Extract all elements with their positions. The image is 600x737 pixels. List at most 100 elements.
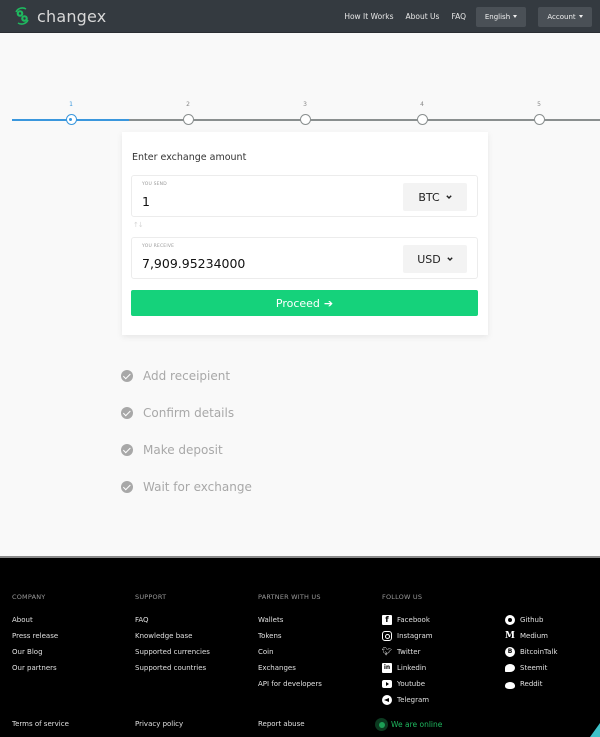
chat-widget-icon[interactable] xyxy=(590,723,600,737)
step-number: 4 xyxy=(420,101,424,108)
footer-link-wallets[interactable]: Wallets xyxy=(258,612,322,628)
twitter-icon: 🐦︎ xyxy=(382,647,393,656)
nav-about-us[interactable]: About Us xyxy=(406,12,440,21)
instagram-icon xyxy=(382,631,392,641)
online-indicator-icon xyxy=(375,718,388,731)
arrow-right-icon: ➔ xyxy=(323,296,334,310)
chevron-down-icon xyxy=(445,195,452,199)
footer-follow-column-2: Github M Medium B BitcoinTalk Steemit Redd… xyxy=(505,593,557,692)
receive-label: YOU RECEIVE xyxy=(142,244,175,249)
online-status-text: We are online xyxy=(391,720,443,729)
footer-link-exchanges[interactable]: Exchanges xyxy=(258,660,322,676)
footer-link-about[interactable]: About xyxy=(12,612,58,628)
step-number: 2 xyxy=(186,101,190,108)
list-item: Make deposit xyxy=(121,431,252,468)
step-dot xyxy=(416,114,428,125)
footer-heading: PARTNER WITH US xyxy=(258,593,321,601)
account-dropdown[interactable]: Account xyxy=(538,6,592,27)
reddit-icon xyxy=(505,681,515,689)
social-link-youtube[interactable]: Youtube xyxy=(382,676,433,692)
send-amount-input[interactable] xyxy=(142,194,392,209)
card-title: Enter exchange amount xyxy=(132,152,247,163)
nav-faq[interactable]: FAQ xyxy=(451,12,466,21)
medium-icon: M xyxy=(505,631,515,641)
social-link-github[interactable]: Github xyxy=(505,612,557,628)
step-2: 2 xyxy=(178,100,198,125)
footer-link-api[interactable]: API for developers xyxy=(258,676,322,692)
logo[interactable]: changex xyxy=(12,6,106,26)
language-dropdown[interactable]: English xyxy=(476,6,526,27)
swap-arrows-icon[interactable]: ↑↓ xyxy=(133,221,144,229)
chevron-down-icon xyxy=(447,257,453,261)
social-link-twitter[interactable]: 🐦︎ Twitter xyxy=(382,644,433,660)
privacy-policy-link[interactable]: Privacy policy xyxy=(135,720,183,728)
social-link-steemit[interactable]: Steemit xyxy=(505,660,557,676)
social-link-instagram[interactable]: Instagram xyxy=(382,628,433,644)
footer-link-tokens[interactable]: Tokens xyxy=(258,628,322,644)
footer-heading: FOLLOW US xyxy=(382,593,423,601)
social-label: Github xyxy=(520,616,544,624)
social-link-medium[interactable]: M Medium xyxy=(505,628,557,644)
footer-follow-column: FOLLOW US f Facebook Instagram 🐦︎ Twitter … xyxy=(382,593,433,708)
footer-link-knowledge-base[interactable]: Knowledge base xyxy=(135,628,210,644)
steemit-icon xyxy=(505,664,515,672)
step-dot xyxy=(299,114,311,125)
list-item: Add receipient xyxy=(121,357,252,394)
footer: COMPANY About Press release Our Blog Our… xyxy=(0,556,600,737)
receive-amount-input[interactable] xyxy=(142,256,392,271)
progress-stepper: 1 2 3 4 5 xyxy=(12,100,600,130)
list-item: Confirm details xyxy=(121,394,252,431)
footer-link-press-release[interactable]: Press release xyxy=(12,628,58,644)
step-dot xyxy=(533,114,545,125)
step-number: 3 xyxy=(303,101,307,108)
account-label: Account xyxy=(547,12,576,21)
youtube-icon xyxy=(382,680,392,688)
social-label: Twitter xyxy=(397,648,421,656)
proceed-button[interactable]: Proceed ➔ xyxy=(131,290,478,316)
footer-link-faq[interactable]: FAQ xyxy=(135,612,210,628)
footer-link-supported-currencies[interactable]: Supported currencies xyxy=(135,644,210,660)
exchange-card: Enter exchange amount YOU SEND BTC ↑↓ YO… xyxy=(122,132,488,335)
telegram-icon xyxy=(382,695,392,705)
footer-link-coin[interactable]: Coin xyxy=(258,644,322,660)
receive-currency-label: USD xyxy=(417,252,441,266)
terms-of-service-link[interactable]: Terms of service xyxy=(12,720,69,728)
footer-link-blog[interactable]: Our Blog xyxy=(12,644,58,660)
footer-link-supported-countries[interactable]: Supported countries xyxy=(135,660,210,676)
report-abuse-link[interactable]: Report abuse xyxy=(258,720,305,728)
step-label: Confirm details xyxy=(143,405,235,420)
brand-name: changex xyxy=(37,6,107,26)
caret-down-icon xyxy=(513,15,518,18)
social-label: Linkedin xyxy=(397,664,427,672)
social-label: Telegram xyxy=(397,696,430,704)
step-label: Add receipient xyxy=(143,368,231,383)
online-status[interactable]: We are online xyxy=(375,718,442,731)
social-label: Facebook xyxy=(397,616,430,624)
send-currency-select[interactable]: BTC xyxy=(403,183,467,211)
language-label: English xyxy=(484,12,511,21)
check-circle-icon xyxy=(121,369,133,382)
social-link-reddit[interactable]: Reddit xyxy=(505,676,557,692)
check-circle-icon xyxy=(121,443,133,456)
footer-link-partners[interactable]: Our partners xyxy=(12,660,58,676)
step-4: 4 xyxy=(412,100,432,125)
footer-heading: COMPANY xyxy=(12,593,46,601)
social-link-linkedin[interactable]: in Linkedin xyxy=(382,660,433,676)
social-label: Medium xyxy=(520,632,548,640)
step-dot xyxy=(182,114,194,125)
social-link-facebook[interactable]: f Facebook xyxy=(382,612,433,628)
step-number: 1 xyxy=(69,101,73,108)
github-icon xyxy=(505,615,515,625)
footer-heading: SUPPORT xyxy=(135,593,167,601)
main-nav: How It Works About Us FAQ English Accoun… xyxy=(344,0,600,33)
step-3: 3 xyxy=(295,100,315,125)
social-label: Steemit xyxy=(520,664,548,672)
social-label: BitcoinTalk xyxy=(520,648,558,656)
send-label: YOU SEND xyxy=(142,182,167,187)
footer-partner-column: PARTNER WITH US Wallets Tokens Coin Exch… xyxy=(258,593,322,692)
top-nav-bar: changex How It Works About Us FAQ Englis… xyxy=(0,0,600,33)
receive-currency-select[interactable]: USD xyxy=(403,245,467,273)
social-link-telegram[interactable]: Telegram xyxy=(382,692,433,708)
nav-how-it-works[interactable]: How It Works xyxy=(344,12,393,21)
social-link-bitcointalk[interactable]: B BitcoinTalk xyxy=(505,644,557,660)
